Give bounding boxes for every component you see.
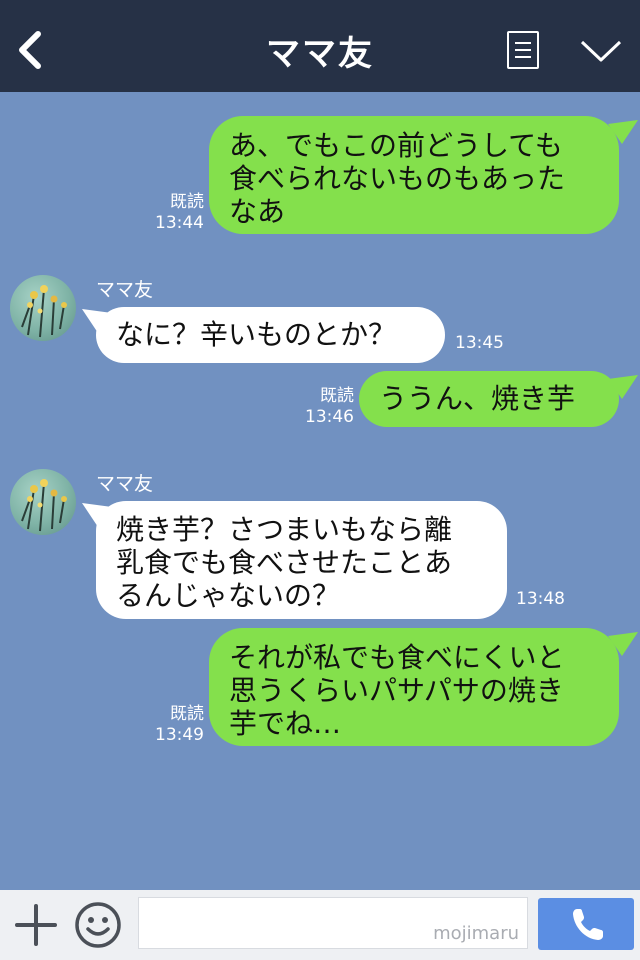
notes-button[interactable] (507, 31, 539, 69)
message-input[interactable]: mojimaru (138, 897, 528, 949)
bubble-tail (608, 120, 638, 144)
message-text: ううん、焼き芋 (379, 382, 576, 415)
dropdown-button[interactable] (578, 36, 624, 66)
message-list[interactable]: 既読 13:44 あ、でもこの前どうしても 食べられないものもあった なあ ママ… (0, 92, 640, 890)
read-status: 既読 13:49 (150, 704, 204, 746)
message-text: るんじゃないの？ (116, 579, 341, 612)
message-text: なに？辛いものとか？ (116, 318, 397, 351)
their-message-bubble[interactable]: 焼き芋？さつまいもなら離 乳食でも食べさせたことあ るんじゃないの？ (96, 501, 507, 619)
emoji-button[interactable] (74, 901, 122, 949)
message-text: 食べられないものもあった (229, 162, 566, 195)
avatar-flowers-image (21, 285, 67, 338)
message-time: 13:44 (155, 213, 204, 233)
my-message-bubble[interactable]: ううん、焼き芋 (359, 371, 619, 427)
avatar-flowers-image (21, 479, 67, 532)
avatar[interactable] (10, 275, 76, 341)
plus-icon (15, 904, 57, 946)
message-text: 乳食でも食べさせたことあ (116, 546, 453, 579)
chat-title: ママ友 (266, 34, 374, 74)
my-message-bubble[interactable]: あ、でもこの前どうしても 食べられないものもあった なあ (209, 116, 619, 234)
message-time: 13:49 (155, 725, 204, 745)
read-status: 既読 13:44 (150, 192, 204, 234)
sender-name: ママ友 (96, 279, 154, 301)
notes-icon (515, 42, 531, 44)
their-message-bubble[interactable]: なに？辛いものとか？ (96, 307, 445, 363)
smiley-icon (75, 902, 121, 948)
message-time: 13:48 (516, 589, 565, 609)
message-text: 芋でね… (229, 707, 342, 740)
message-time: 13:46 (305, 407, 354, 427)
sender-name: ママ友 (96, 473, 154, 495)
call-button[interactable] (538, 898, 634, 950)
message-text: 思うくらいパサパサの焼き (229, 674, 564, 707)
phone-icon (573, 909, 603, 940)
message-text: 焼き芋？さつまいもなら離 (116, 513, 453, 546)
bubble-tail (608, 375, 638, 399)
message-text: それが私でも食べにくいと (229, 641, 565, 674)
avatar[interactable] (10, 469, 76, 535)
read-status: 既読 13:46 (300, 386, 354, 428)
bubble-tail (608, 632, 638, 656)
watermark-text: mojimaru (433, 923, 519, 944)
message-text: あ、でもこの前どうしても (229, 129, 563, 162)
message-text: なあ (229, 195, 286, 228)
chat-header: ママ友 (0, 0, 640, 92)
chevron-down-icon (580, 40, 622, 62)
my-message-bubble[interactable]: それが私でも食べにくいと 思うくらいパサパサの焼き 芋でね… (209, 628, 619, 746)
message-time: 13:45 (455, 333, 504, 353)
add-button[interactable] (14, 903, 58, 947)
